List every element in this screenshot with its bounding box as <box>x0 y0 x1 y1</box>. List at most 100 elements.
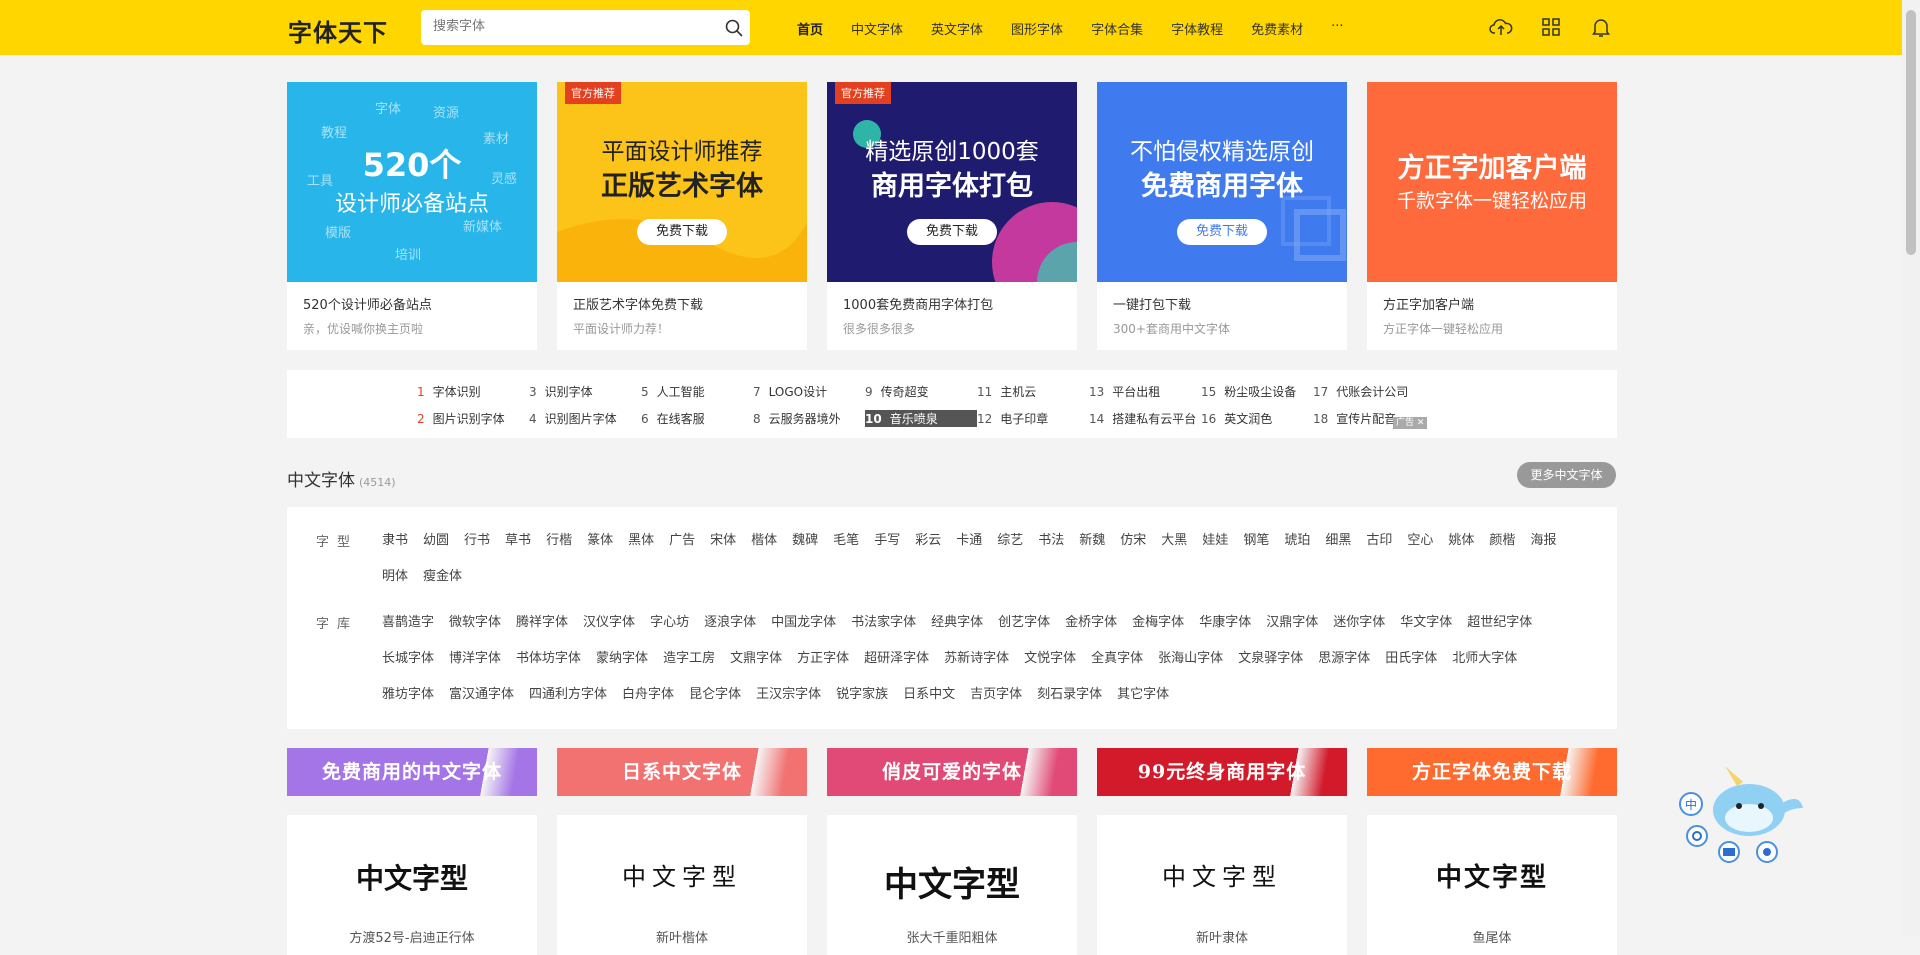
hot-search-text[interactable]: 宣传片配音 <box>1336 412 1396 426</box>
collection-banner[interactable]: 免费商用的中文字体 <box>287 748 537 796</box>
font-library-link[interactable]: 中国龙字体 <box>771 605 836 641</box>
nav-home[interactable]: 首页 <box>797 19 823 38</box>
font-type-link[interactable]: 大黑 <box>1161 523 1187 559</box>
font-library-link[interactable]: 迷你字体 <box>1333 605 1385 641</box>
font-library-link[interactable]: 四通利方字体 <box>529 677 607 713</box>
banner-image[interactable]: 官方推荐 精选原创1000套 商用字体打包 免费下载 <box>827 82 1077 282</box>
banner-title[interactable]: 1000套免费商用字体打包 <box>843 294 993 313</box>
font-library-link[interactable]: 逐浪字体 <box>704 605 756 641</box>
hot-search-text[interactable]: 搭建私有云平台 <box>1112 412 1196 426</box>
font-type-link[interactable]: 草书 <box>505 523 531 559</box>
hot-search-item[interactable]: 10 音乐喷泉 <box>865 410 977 427</box>
ad-badge[interactable]: 广告 ✕ <box>1393 417 1428 429</box>
hot-search-text[interactable]: 识别图片字体 <box>545 412 617 426</box>
font-type-link[interactable]: 卡通 <box>956 523 982 559</box>
banner-image[interactable]: 官方推荐 平面设计师推荐 正版艺术字体 免费下载 <box>557 82 807 282</box>
font-card[interactable]: 中文字型 张大千重阳粗体 <box>827 815 1077 955</box>
scrollbar-thumb[interactable] <box>1906 10 1916 255</box>
hot-search-item[interactable]: 3 识别字体 <box>529 383 641 400</box>
font-type-link[interactable]: 彩云 <box>915 523 941 559</box>
hot-search-text[interactable]: 人工智能 <box>657 385 705 399</box>
font-type-link[interactable]: 隶书 <box>382 523 408 559</box>
font-library-link[interactable]: 张海山字体 <box>1158 641 1223 677</box>
font-type-link[interactable]: 楷体 <box>751 523 777 559</box>
more-chinese-fonts-button[interactable]: 更多中文字体 <box>1517 462 1616 488</box>
hot-search-item[interactable]: 1 字体识别 <box>417 383 529 400</box>
hot-search-text[interactable]: 识别字体 <box>545 385 593 399</box>
font-library-link[interactable]: 腾祥字体 <box>516 605 568 641</box>
hot-search-text[interactable]: 平台出租 <box>1112 385 1160 399</box>
hot-search-item[interactable]: 6 在线客服 <box>641 410 753 427</box>
hot-search-text[interactable]: 英文润色 <box>1224 412 1272 426</box>
font-type-link[interactable]: 幼圆 <box>423 523 449 559</box>
collection-banner[interactable]: 俏皮可爱的字体 <box>827 748 1077 796</box>
font-library-link[interactable]: 刻石录字体 <box>1037 677 1102 713</box>
font-type-link[interactable]: 明体 <box>382 559 408 595</box>
hot-search-text[interactable]: 粉尘吸尘设备 <box>1224 385 1296 399</box>
font-library-link[interactable]: 文泉驿字体 <box>1238 641 1303 677</box>
font-type-link[interactable]: 宋体 <box>710 523 736 559</box>
font-library-link[interactable]: 日系中文 <box>903 677 955 713</box>
font-type-link[interactable]: 细黑 <box>1325 523 1351 559</box>
hot-search-item[interactable]: 12 电子印章 <box>977 410 1089 427</box>
font-library-link[interactable]: 思源字体 <box>1318 641 1370 677</box>
page-scrollbar[interactable] <box>1902 0 1920 937</box>
font-type-link[interactable]: 黑体 <box>628 523 654 559</box>
font-type-link[interactable]: 新魏 <box>1079 523 1105 559</box>
font-type-link[interactable]: 书法 <box>1038 523 1064 559</box>
nav-graphic-fonts[interactable]: 图形字体 <box>1011 19 1063 38</box>
font-type-link[interactable]: 钢笔 <box>1243 523 1269 559</box>
font-library-link[interactable]: 雅坊字体 <box>382 677 434 713</box>
banner-title[interactable]: 一键打包下载 <box>1113 294 1191 313</box>
font-type-link[interactable]: 空心 <box>1407 523 1433 559</box>
font-library-link[interactable]: 其它字体 <box>1117 677 1169 713</box>
font-type-link[interactable]: 魏碑 <box>792 523 818 559</box>
hot-search-item[interactable]: 8 云服务器境外 <box>753 410 865 427</box>
font-type-link[interactable]: 姚体 <box>1448 523 1474 559</box>
free-download-button[interactable]: 免费下载 <box>637 219 727 245</box>
collection-banner[interactable]: 99元终身商用字体 <box>1097 748 1347 796</box>
hot-search-text[interactable]: 图片识别字体 <box>433 412 505 426</box>
font-library-link[interactable]: 富汉通字体 <box>449 677 514 713</box>
hot-search-text[interactable]: 主机云 <box>1000 385 1036 399</box>
hot-search-text[interactable]: 云服务器境外 <box>769 412 841 426</box>
font-library-link[interactable]: 文鼎字体 <box>730 641 782 677</box>
hot-search-item[interactable]: 7 LOGO设计 <box>753 383 865 400</box>
font-card[interactable]: 中文字型 新叶楷体 <box>557 815 807 955</box>
font-library-link[interactable]: 方正字体 <box>797 641 849 677</box>
hot-search-text[interactable]: LOGO设计 <box>769 385 827 399</box>
font-type-link[interactable]: 琥珀 <box>1284 523 1310 559</box>
nav-more[interactable]: ··· <box>1331 19 1343 38</box>
font-type-link[interactable]: 行楷 <box>546 523 572 559</box>
font-type-link[interactable]: 篆体 <box>587 523 613 559</box>
banner-card[interactable]: 官方推荐 平面设计师推荐 正版艺术字体 免费下载 正版艺术字体免费下载 平面设计… <box>557 82 807 350</box>
font-library-link[interactable]: 汉鼎字体 <box>1266 605 1318 641</box>
hot-search-item[interactable]: 9 传奇超变 <box>865 383 977 400</box>
font-card[interactable]: 中文字型 方渡52号-启迪正行体 <box>287 815 537 955</box>
hot-search-text[interactable]: 字体识别 <box>433 385 481 399</box>
font-type-link[interactable]: 综艺 <box>997 523 1023 559</box>
font-library-link[interactable]: 书法家字体 <box>851 605 916 641</box>
nav-free-materials[interactable]: 免费素材 <box>1251 19 1303 38</box>
font-type-link[interactable]: 海报 <box>1530 523 1556 559</box>
font-library-link[interactable]: 金梅字体 <box>1132 605 1184 641</box>
hot-search-item[interactable]: 5 人工智能 <box>641 383 753 400</box>
banner-card[interactable]: 字体 教程 资源 素材 工具 灵感 模版 新媒体 培训 520个 设计师必备站点… <box>287 82 537 350</box>
hot-search-text[interactable]: 电子印章 <box>1000 412 1048 426</box>
font-library-link[interactable]: 吉页字体 <box>970 677 1022 713</box>
banner-title[interactable]: 520个设计师必备站点 <box>303 294 432 313</box>
search-input[interactable] <box>431 18 715 35</box>
font-library-link[interactable]: 超世纪字体 <box>1467 605 1532 641</box>
banner-image[interactable]: 方正字加客户端 千款字体一键轻松应用 <box>1367 82 1617 282</box>
hot-search-item[interactable]: 15 粉尘吸尘设备 <box>1201 383 1313 400</box>
search-box[interactable] <box>421 10 750 45</box>
hot-search-item[interactable]: 16 英文润色 <box>1201 410 1313 427</box>
font-library-link[interactable]: 白舟字体 <box>622 677 674 713</box>
hot-search-item[interactable]: 17 代账会计公司 <box>1313 383 1425 400</box>
bell-icon[interactable] <box>1589 15 1613 39</box>
font-library-link[interactable]: 全真字体 <box>1091 641 1143 677</box>
nav-english-fonts[interactable]: 英文字体 <box>931 19 983 38</box>
font-type-link[interactable]: 毛笔 <box>833 523 859 559</box>
font-library-link[interactable]: 华文字体 <box>1400 605 1452 641</box>
free-download-button[interactable]: 免费下载 <box>1177 219 1267 245</box>
